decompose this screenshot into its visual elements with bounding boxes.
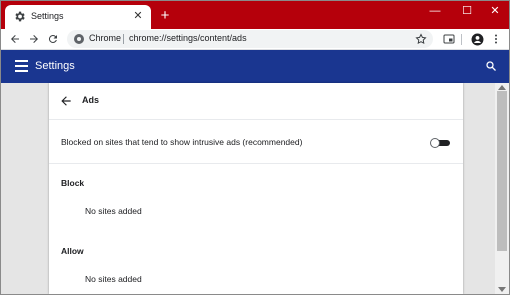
divider: [49, 163, 463, 164]
allow-heading: Allow: [61, 246, 84, 256]
close-window-button[interactable]: ✕: [481, 3, 509, 19]
menu-button[interactable]: [488, 31, 504, 47]
browser-window: Settings ✕ + — ☐ ✕ Chrome chrome://setti…: [1, 1, 509, 294]
toolbar-divider: [461, 34, 462, 45]
address-separator: [123, 34, 124, 44]
maximize-button[interactable]: ☐: [453, 3, 481, 19]
reload-button[interactable]: [45, 31, 61, 47]
toggle-knob: [430, 138, 440, 148]
tab-close-icon[interactable]: ✕: [131, 9, 145, 23]
title-bar: Settings ✕ + — ☐ ✕: [1, 1, 509, 29]
settings-title: Settings: [35, 60, 75, 72]
settings-header: Settings: [1, 50, 509, 83]
reload-icon: [48, 35, 57, 44]
allow-empty-message: No sites added: [85, 274, 142, 284]
new-tab-button[interactable]: +: [157, 8, 173, 24]
tab-title: Settings: [31, 11, 64, 21]
picture-in-picture-icon: [443, 34, 455, 44]
bookmark-star-icon[interactable]: [415, 33, 427, 45]
site-chip: Chrome: [89, 33, 122, 43]
scrollbar-thumb[interactable]: [497, 91, 507, 251]
gear-icon: [15, 11, 25, 22]
back-button[interactable]: [7, 31, 23, 47]
block-heading: Block: [61, 178, 85, 188]
cast-button[interactable]: [441, 31, 457, 47]
back-arrow-icon: [11, 35, 19, 43]
ads-settings-card: Ads Blocked on sites that tend to show i…: [49, 83, 463, 294]
forward-button[interactable]: [26, 31, 42, 47]
address-bar[interactable]: Chrome chrome://settings/content/ads: [67, 30, 433, 48]
account-icon: [471, 33, 483, 45]
profile-button[interactable]: [469, 31, 485, 47]
tab-settings[interactable]: Settings ✕: [5, 5, 151, 29]
minimize-button[interactable]: —: [421, 3, 449, 19]
scrollbar[interactable]: [495, 83, 509, 294]
page-title: Ads: [82, 95, 100, 105]
ads-toggle[interactable]: [430, 138, 450, 148]
url-text[interactable]: chrome://settings/content/ads: [129, 33, 247, 43]
scroll-down-icon[interactable]: [498, 287, 506, 293]
block-empty-message: No sites added: [85, 206, 142, 216]
hamburger-menu-icon[interactable]: [15, 60, 28, 72]
more-vert-icon: [495, 34, 497, 44]
settings-content: Ads Blocked on sites that tend to show i…: [1, 83, 509, 294]
search-icon[interactable]: [485, 60, 497, 72]
back-arrow-icon[interactable]: [59, 94, 73, 108]
site-info-icon[interactable]: [73, 33, 85, 45]
browser-toolbar: Chrome chrome://settings/content/ads: [1, 29, 509, 50]
scroll-up-icon[interactable]: [498, 84, 506, 90]
forward-arrow-icon: [30, 35, 38, 43]
ads-setting-label: Blocked on sites that tend to show intru…: [61, 137, 303, 147]
divider: [49, 119, 463, 120]
